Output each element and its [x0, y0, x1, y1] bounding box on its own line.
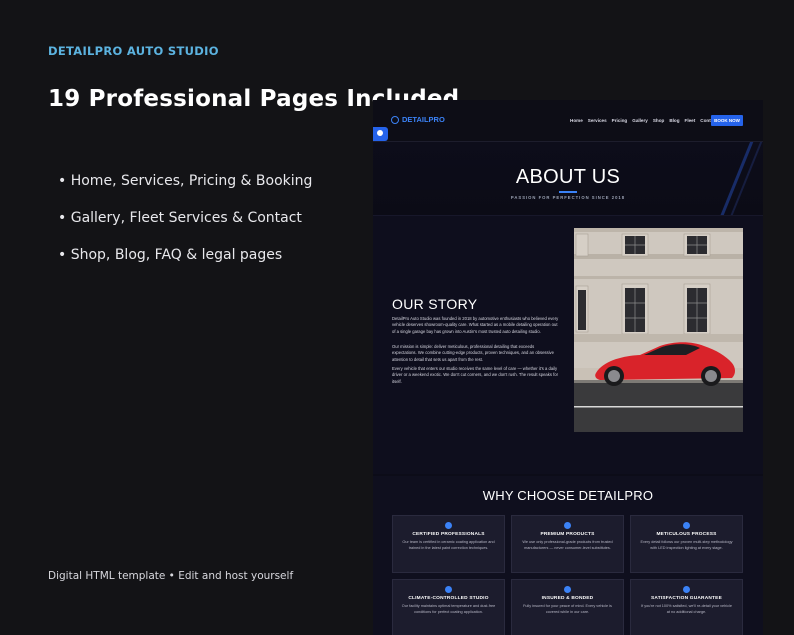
- building-icon: [445, 586, 452, 593]
- drop-icon: [391, 115, 399, 124]
- our-story-section: OUR STORY DetailPro Auto Studio was foun…: [373, 216, 763, 474]
- mockup-logo[interactable]: DETAILPRO: [391, 115, 445, 124]
- accessibility-badge-icon[interactable]: [373, 127, 388, 141]
- story-paragraph: Every vehicle that enters our studio rec…: [392, 366, 559, 384]
- nav-link-pricing[interactable]: Pricing: [612, 118, 628, 123]
- card-title: SATISFACTION GUARANTEE: [651, 596, 722, 601]
- process-icon: [683, 522, 690, 529]
- hero-subtitle: PASSION FOR PERFECTION SINCE 2018: [510, 195, 626, 200]
- mockup-navbar: DETAILPRO Home Services Pricing Gallery …: [373, 100, 763, 142]
- feature-card: METICULOUS PROCESS Every detail follows …: [630, 515, 743, 573]
- feature-cards: CERTIFIED PROFESSIONALS Our team is cert…: [392, 515, 743, 635]
- card-title: CLIMATE-CONTROLLED STUDIO: [408, 596, 489, 601]
- star-icon: [683, 586, 690, 593]
- card-text: Every detail follows our proven multi-st…: [640, 540, 733, 550]
- feature-item: Home, Services, Pricing & Booking: [58, 172, 313, 190]
- card-text: We use only professional-grade products …: [522, 540, 613, 550]
- mockup-nav-links: Home Services Pricing Gallery Shop Blog …: [570, 118, 717, 123]
- feature-card: CLIMATE-CONTROLLED STUDIO Our facility m…: [392, 579, 505, 635]
- card-text: If you're not 100% satisfied, we'll re-d…: [641, 604, 732, 614]
- flask-icon: [564, 522, 571, 529]
- hero-divider: [559, 191, 577, 193]
- certificate-icon: [445, 522, 452, 529]
- book-now-button[interactable]: BOOK NOW: [711, 115, 743, 126]
- about-hero: ABOUT US PASSION FOR PERFECTION SINCE 20…: [373, 142, 763, 216]
- feature-card: SATISFACTION GUARANTEE If you're not 100…: [630, 579, 743, 635]
- footer-note: Digital HTML template • Edit and host yo…: [48, 570, 294, 582]
- story-title: OUR STORY: [392, 296, 478, 312]
- feature-card: INSURED & BONDED Fully insured for your …: [511, 579, 624, 635]
- card-title: INSURED & BONDED: [541, 596, 594, 601]
- feature-card: CERTIFIED PROFESSIONALS Our team is cert…: [392, 515, 505, 573]
- nav-link-services[interactable]: Services: [588, 118, 607, 123]
- story-paragraph: DetailPro Auto Studio was founded in 201…: [392, 316, 559, 334]
- card-title: METICULOUS PROCESS: [656, 532, 717, 537]
- card-text: Our facility maintains optimal temperatu…: [401, 604, 496, 614]
- feature-list: Home, Services, Pricing & Booking Galler…: [58, 172, 313, 283]
- card-title: PREMIUM PRODUCTS: [540, 532, 595, 537]
- nav-link-shop[interactable]: Shop: [653, 118, 664, 123]
- feature-item: Gallery, Fleet Services & Contact: [58, 209, 312, 227]
- feature-card: PREMIUM PRODUCTS We use only professiona…: [511, 515, 624, 573]
- card-title: CERTIFIED PROFESSIONALS: [412, 532, 485, 537]
- nav-link-gallery[interactable]: Gallery: [632, 118, 648, 123]
- feature-item: Shop, Blog, FAQ & legal pages: [58, 246, 312, 264]
- card-text: Fully insured for your peace of mind. Ev…: [523, 604, 612, 614]
- hero-title: ABOUT US: [515, 166, 621, 188]
- story-paragraph: Our mission is simple: deliver meticulou…: [392, 344, 554, 362]
- website-mockup: DETAILPRO Home Services Pricing Gallery …: [373, 100, 763, 635]
- nav-link-blog[interactable]: Blog: [669, 118, 679, 123]
- why-choose-section: WHY CHOOSE DETAILPRO CERTIFIED PROFESSIO…: [373, 476, 763, 635]
- nav-link-home[interactable]: Home: [570, 118, 583, 123]
- card-text: Our team is certified in ceramic coating…: [402, 540, 495, 550]
- nav-link-fleet[interactable]: Fleet: [685, 118, 696, 123]
- brand-label: DETAILPRO AUTO STUDIO: [48, 44, 219, 58]
- shield-icon: [564, 586, 571, 593]
- why-title: WHY CHOOSE DETAILPRO: [482, 488, 654, 503]
- red-sports-car-photo: [574, 228, 743, 432]
- mockup-logo-text: DETAILPRO: [402, 115, 445, 124]
